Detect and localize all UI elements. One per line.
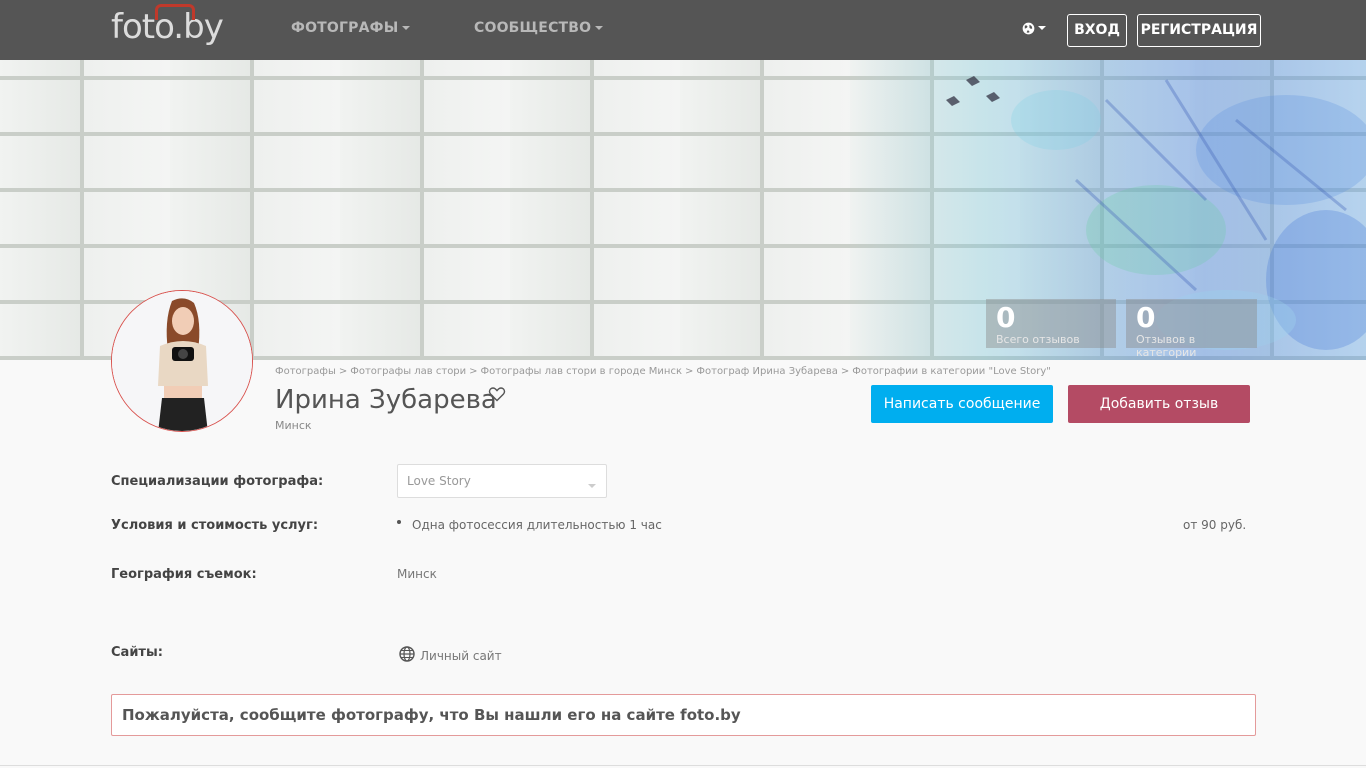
chevron-down-icon: [588, 484, 596, 488]
globe-icon: [1022, 22, 1035, 34]
avatar[interactable]: [111, 290, 253, 432]
service-name: Одна фотосессия длительностью 1 час: [412, 518, 662, 532]
breadcrumb-item[interactable]: Фотографии в категории "Love Story": [852, 366, 1051, 377]
language-selector[interactable]: [1022, 20, 1046, 36]
breadcrumb-item[interactable]: Фотографы лав стори: [350, 366, 466, 377]
divider: [0, 765, 1366, 766]
breadcrumb: Фотографы > Фотографы лав стори > Фотографы …: [275, 366, 1051, 377]
nav-photographers[interactable]: ФОТОГРАФЫ: [291, 20, 411, 36]
breadcrumb-item[interactable]: Фотографы: [275, 366, 336, 377]
list-bullet: [397, 520, 401, 524]
service-price: от 90 руб.: [1183, 518, 1247, 532]
specialization-select[interactable]: Love Story: [397, 464, 607, 498]
send-message-button[interactable]: Написать сообщение: [871, 385, 1053, 423]
category-reviews-stat: 0 Отзывов в категории: [1126, 299, 1257, 359]
photographer-city: Минск: [275, 419, 312, 432]
globe-icon: [399, 646, 415, 662]
breadcrumb-item[interactable]: Фотограф Ирина Зубарева: [696, 366, 837, 377]
photographer-name: Ирина Зубарева: [275, 385, 497, 415]
notice-banner: Пожалуйста, сообщите фотографу, что Вы н…: [111, 694, 1256, 736]
sites-label: Сайты:: [111, 645, 163, 660]
personal-site-link[interactable]: Личный сайт: [420, 649, 502, 663]
breadcrumb-item[interactable]: Фотографы лав стори в городе Минск: [481, 366, 682, 377]
login-button[interactable]: ВХОД: [1067, 14, 1127, 47]
geography-label: География съемок:: [111, 567, 257, 582]
chevron-down-icon: [1038, 26, 1046, 30]
chevron-down-icon: [595, 26, 604, 30]
services-label: Условия и стоимость услуг:: [111, 518, 319, 533]
heart-icon[interactable]: [488, 386, 506, 402]
avatar-photo: [112, 291, 252, 431]
chevron-down-icon: [402, 26, 411, 30]
top-navbar: foto.by ФОТОГРАФЫ СООБЩЕСТВО ВХОД РЕГИСТ…: [0, 0, 1366, 60]
nav-community[interactable]: СООБЩЕСТВО: [474, 20, 604, 36]
add-review-button[interactable]: Добавить отзыв: [1068, 385, 1250, 423]
logo-roof-icon: [155, 4, 195, 20]
geography-value: Минск: [397, 567, 437, 581]
specializations-label: Специализации фотографа:: [111, 474, 324, 489]
register-button[interactable]: РЕГИСТРАЦИЯ: [1137, 14, 1261, 47]
total-reviews-stat: 0 Всего отзывов: [986, 299, 1116, 348]
site-logo[interactable]: foto.by: [111, 4, 224, 46]
